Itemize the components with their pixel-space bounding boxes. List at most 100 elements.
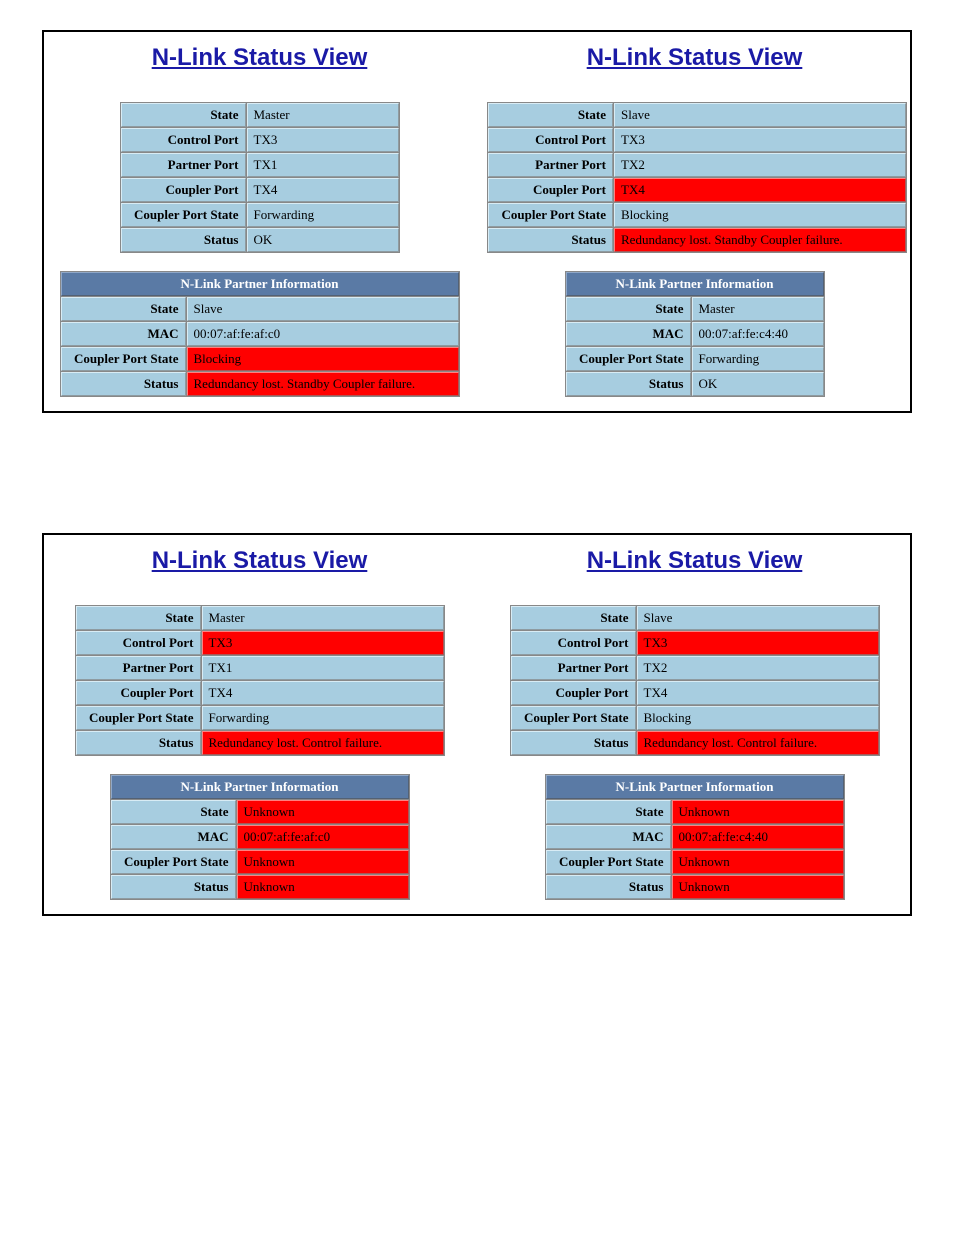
- partner-info-header: N-Link Partner Information: [61, 272, 459, 296]
- table-row: N-Link Partner Information: [61, 272, 459, 296]
- state-label: State: [488, 103, 613, 127]
- page-title[interactable]: N-Link Status View: [52, 44, 467, 72]
- control-port-label: Control Port: [488, 128, 613, 152]
- table-row: StateMaster: [121, 103, 399, 127]
- partner-info-header: N-Link Partner Information: [546, 775, 844, 799]
- panel-group-1: N-Link Status ViewStateMasterControl Por…: [42, 533, 912, 916]
- control-port-label: Control Port: [511, 631, 636, 655]
- status-table: StateMasterControl PortTX3Partner PortTX…: [75, 605, 445, 756]
- partner-state-value: Master: [692, 297, 824, 321]
- partner-mac-label: MAC: [566, 322, 691, 346]
- control-port-value: TX3: [202, 631, 444, 655]
- partner-table: N-Link Partner InformationStateUnknownMA…: [545, 774, 845, 900]
- status-panel: N-Link Status ViewStateMasterControl Por…: [52, 40, 467, 397]
- state-label: State: [76, 606, 201, 630]
- status-panel: N-Link Status View StateMasterControl Por…: [52, 543, 467, 900]
- panel-group-0: N-Link Status ViewStateMasterControl Por…: [42, 30, 912, 413]
- page-title[interactable]: N-Link Status View: [487, 44, 902, 72]
- partner-status-value: Unknown: [237, 875, 409, 899]
- partner-port-value: TX2: [637, 656, 879, 680]
- table-row: Control PortTX3: [511, 631, 879, 655]
- status-label: Status: [121, 228, 246, 252]
- partner-coupler-port-state-label: Coupler Port State: [566, 347, 691, 371]
- partner-mac-label: MAC: [61, 322, 186, 346]
- table-row: MAC00:07:af:fe:af:c0: [111, 825, 409, 849]
- coupler-port-label: Coupler Port: [121, 178, 246, 202]
- table-row: StatusRedundancy lost. Control failure.: [511, 731, 879, 755]
- state-value: Master: [247, 103, 399, 127]
- table-row: Coupler Port StateForwarding: [76, 706, 444, 730]
- partner-port-label: Partner Port: [488, 153, 613, 177]
- partner-info-header: N-Link Partner Information: [111, 775, 409, 799]
- partner-coupler-port-state-value: Unknown: [672, 850, 844, 874]
- status-value: OK: [247, 228, 399, 252]
- table-row: N-Link Partner Information: [546, 775, 844, 799]
- table-row: Coupler Port StateForwarding: [566, 347, 824, 371]
- partner-table: N-Link Partner InformationStateUnknownMA…: [110, 774, 410, 900]
- coupler-port-state-label: Coupler Port State: [511, 706, 636, 730]
- table-row: StatusRedundancy lost. Control failure.: [76, 731, 444, 755]
- status-table: StateSlaveControl PortTX3Partner PortTX2…: [487, 102, 907, 253]
- control-port-label: Control Port: [121, 128, 246, 152]
- partner-status-label: Status: [111, 875, 236, 899]
- table-row: StateUnknown: [546, 800, 844, 824]
- table-row: StateSlave: [488, 103, 906, 127]
- coupler-port-label: Coupler Port: [511, 681, 636, 705]
- table-row: Control PortTX3: [121, 128, 399, 152]
- partner-mac-value: 00:07:af:fe:c4:40: [692, 322, 824, 346]
- control-port-label: Control Port: [76, 631, 201, 655]
- partner-info-header: N-Link Partner Information: [566, 272, 824, 296]
- partner-port-value: TX2: [614, 153, 906, 177]
- coupler-port-state-value: Forwarding: [247, 203, 399, 227]
- partner-coupler-port-state-label: Coupler Port State: [111, 850, 236, 874]
- table-row: N-Link Partner Information: [111, 775, 409, 799]
- control-port-value: TX3: [637, 631, 879, 655]
- partner-port-label: Partner Port: [511, 656, 636, 680]
- partner-mac-value: 00:07:af:fe:af:c0: [237, 825, 409, 849]
- page-title[interactable]: N-Link Status View: [52, 547, 467, 575]
- partner-port-value: TX1: [247, 153, 399, 177]
- table-row: Coupler Port StateBlocking: [61, 347, 459, 371]
- partner-port-label: Partner Port: [76, 656, 201, 680]
- coupler-port-value: TX4: [614, 178, 906, 202]
- table-row: N-Link Partner Information: [566, 272, 824, 296]
- table-row: StatusRedundancy lost. Standby Coupler f…: [61, 372, 459, 396]
- control-port-value: TX3: [614, 128, 906, 152]
- partner-state-label: State: [61, 297, 186, 321]
- table-row: Coupler PortTX4: [488, 178, 906, 202]
- table-row: MAC00:07:af:fe:c4:40: [566, 322, 824, 346]
- page-title[interactable]: N-Link Status View: [487, 547, 902, 575]
- partner-port-value: TX1: [202, 656, 444, 680]
- table-row: StatusRedundancy lost. Standby Coupler f…: [488, 228, 906, 252]
- table-row: Coupler PortTX4: [511, 681, 879, 705]
- coupler-port-value: TX4: [202, 681, 444, 705]
- coupler-port-state-label: Coupler Port State: [121, 203, 246, 227]
- coupler-port-label: Coupler Port: [76, 681, 201, 705]
- partner-status-label: Status: [546, 875, 671, 899]
- table-row: Control PortTX3: [76, 631, 444, 655]
- table-row: StatusOK: [566, 372, 824, 396]
- partner-coupler-port-state-value: Unknown: [237, 850, 409, 874]
- partner-state-label: State: [566, 297, 691, 321]
- coupler-port-state-value: Forwarding: [202, 706, 444, 730]
- table-row: Coupler Port StateBlocking: [511, 706, 879, 730]
- table-row: Partner PortTX2: [511, 656, 879, 680]
- partner-mac-label: MAC: [111, 825, 236, 849]
- partner-table: N-Link Partner InformationStateMasterMAC…: [565, 271, 825, 397]
- partner-state-value: Unknown: [237, 800, 409, 824]
- status-table: StateMasterControl PortTX3Partner PortTX…: [120, 102, 400, 253]
- table-row: Coupler Port StateForwarding: [121, 203, 399, 227]
- partner-coupler-port-state-value: Blocking: [187, 347, 459, 371]
- table-row: MAC00:07:af:fe:af:c0: [61, 322, 459, 346]
- partner-state-value: Slave: [187, 297, 459, 321]
- coupler-port-value: TX4: [247, 178, 399, 202]
- table-row: StatusUnknown: [111, 875, 409, 899]
- status-value: Redundancy lost. Standby Coupler failure…: [614, 228, 906, 252]
- table-row: Control PortTX3: [488, 128, 906, 152]
- partner-status-value: Redundancy lost. Standby Coupler failure…: [187, 372, 459, 396]
- partner-state-value: Unknown: [672, 800, 844, 824]
- coupler-port-label: Coupler Port: [488, 178, 613, 202]
- state-value: Slave: [614, 103, 906, 127]
- table-row: StateMaster: [76, 606, 444, 630]
- partner-mac-label: MAC: [546, 825, 671, 849]
